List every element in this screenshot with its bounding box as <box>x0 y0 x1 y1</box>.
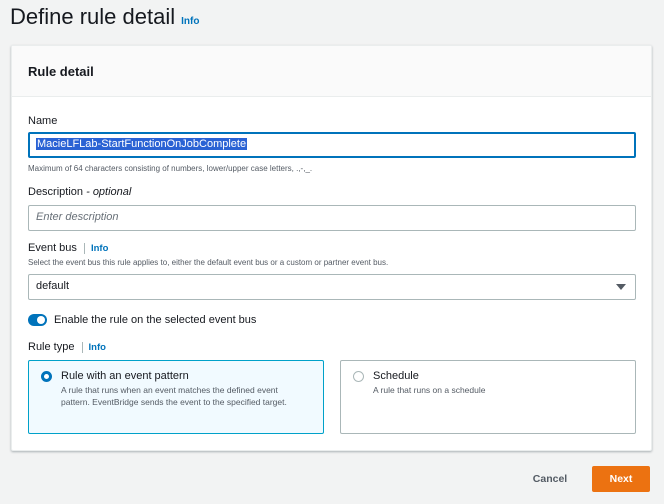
panel-title: Rule detail <box>28 64 94 79</box>
description-optional-text: - optional <box>86 186 132 198</box>
cancel-button[interactable]: Cancel <box>521 466 579 492</box>
rule-type-label-row: Rule type Info <box>28 341 106 353</box>
name-input[interactable]: MacieLFLab-StartFunctionOnJobComplete <box>28 132 636 158</box>
page-info-link[interactable]: Info <box>181 16 199 27</box>
page-title: Define rule detail <box>10 4 176 29</box>
rule-detail-panel: Rule detail Name MacieLFLab-StartFunctio… <box>11 45 652 451</box>
panel-header: Rule detail <box>12 46 651 97</box>
description-placeholder: Enter description <box>36 211 119 223</box>
rule-type-info-link[interactable]: Info <box>81 342 106 353</box>
description-input[interactable]: Enter description <box>28 205 636 231</box>
enable-rule-toggle[interactable] <box>28 314 47 326</box>
description-label-text: Description <box>28 186 84 198</box>
option-title: Schedule <box>373 370 419 382</box>
event-bus-hint: Select the event bus this rule applies t… <box>28 258 389 267</box>
enable-rule-label: Enable the rule on the selected event bu… <box>54 314 257 326</box>
name-hint: Maximum of 64 characters consisting of n… <box>28 164 313 173</box>
option-description: A rule that runs on a schedule <box>373 385 486 395</box>
description-label: Description - optional <box>28 186 131 198</box>
option-description: A rule that runs when an event matches t… <box>61 385 287 407</box>
radio-unselected-icon[interactable] <box>353 371 364 382</box>
caret-down-icon <box>616 284 626 290</box>
radio-selected-icon[interactable] <box>41 371 52 382</box>
event-bus-selected-value: default <box>36 280 70 292</box>
option-title: Rule with an event pattern <box>61 370 189 382</box>
name-label: Name <box>28 115 58 127</box>
rule-type-option-schedule[interactable]: Schedule A rule that runs on a schedule <box>340 360 636 434</box>
toggle-knob <box>37 316 45 324</box>
event-bus-info-link[interactable]: Info <box>83 243 109 254</box>
event-bus-select[interactable]: default <box>28 274 636 300</box>
rule-type-option-event-pattern[interactable]: Rule with an event pattern A rule that r… <box>28 360 324 434</box>
next-button[interactable]: Next <box>592 466 650 492</box>
event-bus-label: Event bus <box>28 242 77 254</box>
event-bus-label-row: Event bus Info <box>28 242 109 254</box>
rule-type-label: Rule type <box>28 341 75 353</box>
name-input-value: MacieLFLab-StartFunctionOnJobComplete <box>36 138 248 150</box>
page-header: Define rule detail Info <box>10 4 199 30</box>
